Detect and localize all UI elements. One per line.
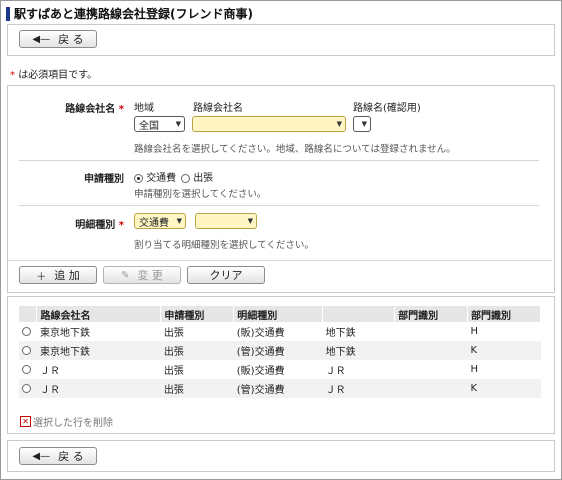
plus-icon: ＋ [36, 271, 47, 283]
required-note-text: は必須項目です。 [18, 70, 98, 81]
required-note: * は必須項目です。 [10, 66, 97, 81]
detail-sub-select[interactable]: ▼ [195, 213, 257, 229]
region-select[interactable]: 全国 ▼ [134, 116, 185, 132]
radio-unchecked-icon [181, 173, 190, 183]
col-line [322, 306, 396, 322]
col-company: 路線会社名 [36, 306, 162, 322]
row-radio[interactable] [22, 364, 31, 374]
apply-type-label: 申請種別 [84, 174, 124, 185]
add-button[interactable]: ＋ 追 加 [19, 266, 97, 284]
col-detail-type: 明細種別 [233, 306, 324, 322]
table-header-row: 路線会社名 申請種別 明細種別 部門識別 部門識別 [19, 306, 541, 322]
chevron-down-icon: ▼ [247, 217, 253, 225]
route-table: 路線会社名 申請種別 明細種別 部門識別 部門識別 東京地下鉄 出張 (販)交通… [19, 306, 541, 398]
back-arrow-icon: ◀— [32, 33, 51, 45]
table-row[interactable]: ＪＲ 出張 (販)交通費 ＪＲ H [19, 360, 541, 379]
back-button-label: 戻 る [58, 33, 84, 46]
chevron-down-icon: ▼ [176, 217, 182, 225]
col-dept-2: 部門識別 [467, 306, 541, 322]
detail-type-label: 明細種別 * [75, 220, 124, 231]
delete-x-icon: ✕ [20, 416, 31, 427]
table-row[interactable]: 東京地下鉄 出張 (販)交通費 地下鉄 H [19, 322, 541, 341]
chevron-down-icon: ▼ [175, 120, 181, 128]
company-label: 路線会社名 * [65, 104, 124, 115]
delete-selected-link[interactable]: ✕ 選択した行を削除 [20, 414, 113, 429]
required-mark: * [10, 70, 15, 81]
region-header: 地域 [134, 103, 154, 114]
clear-button[interactable]: クリア [187, 266, 265, 284]
title-bar-mark [6, 6, 10, 21]
radio-checked-icon [134, 173, 143, 183]
page-title-text: 駅すぱあと連携路線会社登録(フレンド商事) [14, 7, 253, 21]
pencil-icon: ✎ [121, 269, 130, 281]
col-dept-1: 部門識別 [394, 306, 469, 322]
back-button-bottom[interactable]: ◀— 戻 る [19, 447, 97, 465]
apply-radio-trip[interactable]: 出張 [181, 169, 213, 184]
row-radio[interactable] [22, 326, 31, 336]
company-select[interactable]: ▼ [192, 116, 346, 132]
company-help: 路線会社名を選択してください。地域、路線名については登録されません。 [134, 144, 456, 155]
form-divider [19, 160, 539, 161]
chevron-down-icon: ▼ [361, 120, 367, 128]
col-apply-type: 申請種別 [160, 306, 235, 322]
back-arrow-icon: ◀— [32, 450, 51, 462]
line-header: 路線名(確認用) [353, 103, 421, 114]
chevron-down-icon: ▼ [336, 120, 342, 128]
line-select[interactable]: ▼ [353, 116, 371, 132]
apply-help: 申請種別を選択してください。 [134, 189, 267, 200]
table-row[interactable]: ＪＲ 出張 (管)交通費 ＪＲ K [19, 379, 541, 398]
form-divider [8, 260, 552, 261]
table-row[interactable]: 東京地下鉄 出張 (管)交通費 地下鉄 K [19, 341, 541, 360]
back-button-top[interactable]: ◀— 戻 る [19, 30, 97, 48]
apply-radio-travel[interactable]: 交通費 [134, 169, 176, 184]
form-divider [19, 205, 539, 206]
edit-button[interactable]: ✎ 変 更 [103, 266, 181, 284]
company-header: 路線会社名 [193, 103, 243, 114]
page-title: 駅すぱあと連携路線会社登録(フレンド商事) [6, 5, 253, 22]
row-radio[interactable] [22, 345, 31, 355]
detail-type-select[interactable]: 交通費 ▼ [134, 213, 186, 229]
detail-help: 割り当てる明細種別を選択してください。 [134, 240, 314, 251]
row-radio[interactable] [22, 383, 31, 393]
